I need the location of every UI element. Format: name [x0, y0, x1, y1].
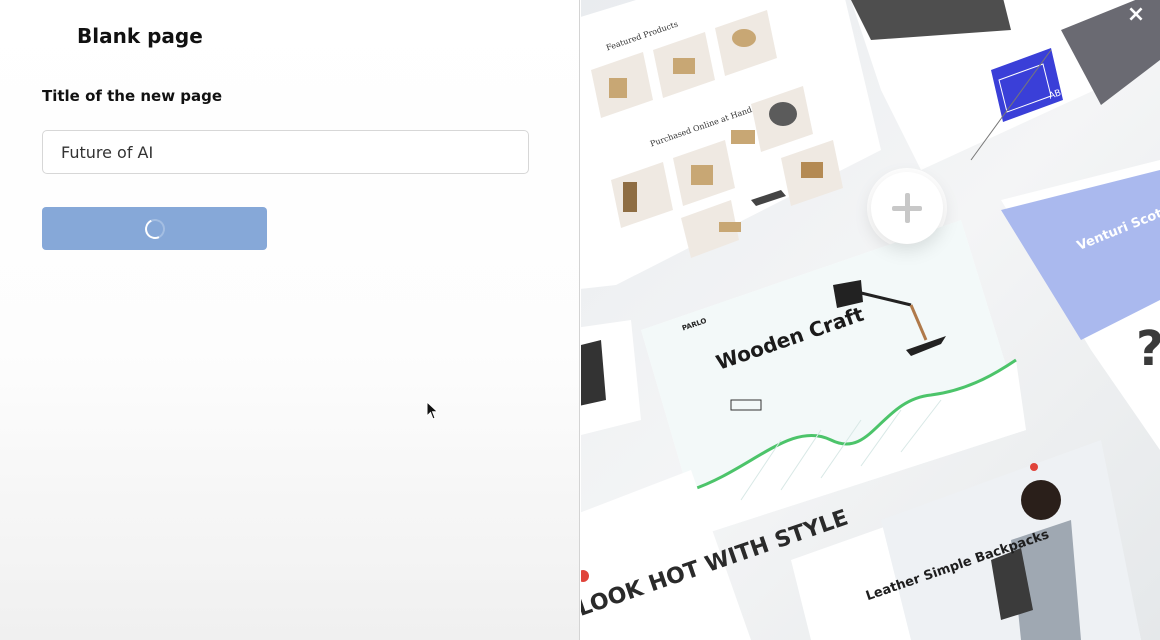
architecture-card [851, 0, 1160, 170]
loading-spinner-icon [141, 215, 168, 242]
page-title-input[interactable] [42, 130, 529, 174]
add-template-icon[interactable] [871, 172, 943, 244]
title-field-label: Title of the new page [42, 87, 223, 105]
close-icon[interactable]: × [1124, 3, 1148, 27]
page-title: Blank page [77, 24, 203, 48]
wooden-craft-card [641, 220, 1026, 535]
template-preview-panel: ? Featured Products Purchased Online at … [581, 0, 1160, 640]
venturi-card: ? [1001, 160, 1160, 450]
new-page-panel: Blank page Title of the new page [0, 0, 580, 640]
mouse-cursor-icon [426, 401, 439, 420]
create-page-button[interactable] [42, 207, 267, 250]
svg-text:?: ? [1136, 321, 1160, 377]
template-collage: ? [581, 0, 1160, 640]
